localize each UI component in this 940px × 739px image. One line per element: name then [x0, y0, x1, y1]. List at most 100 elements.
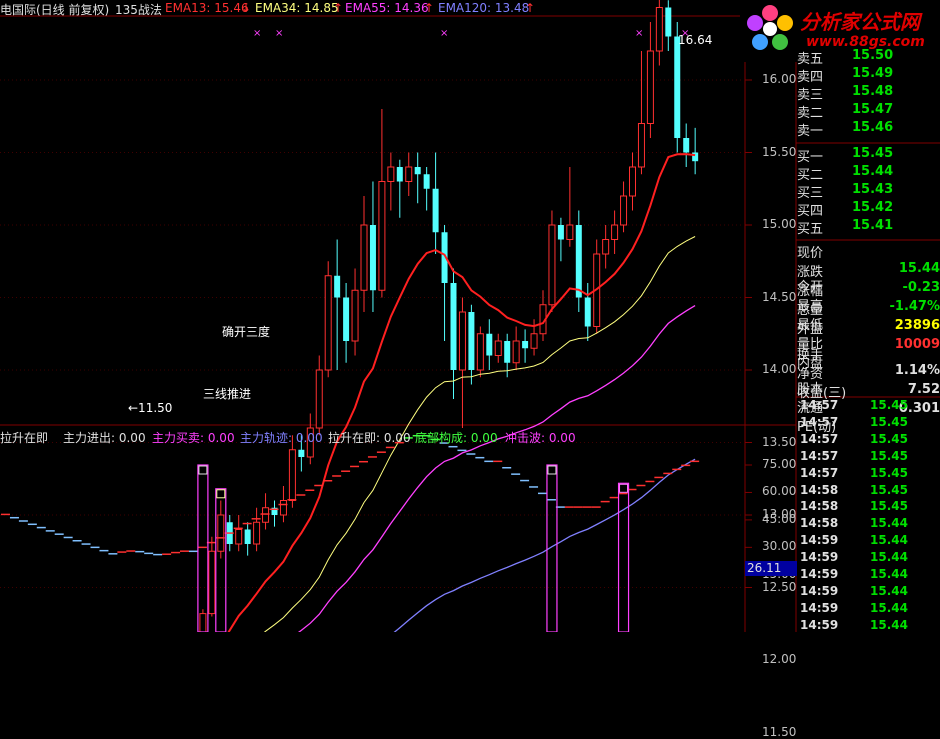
candle-body-up: [324, 275, 332, 371]
candle-body-up: [494, 340, 502, 356]
tick-price: 15.44: [870, 583, 908, 598]
indicator-f2: 主力买卖: 0.00: [152, 431, 235, 445]
indicator-f6: 冲击波: 0.00: [505, 431, 576, 445]
low-label: ←11.50: [128, 401, 173, 415]
tick-time: 14:58: [800, 482, 839, 497]
tick-time: 14:57: [800, 414, 839, 429]
quote-label: 净资: [797, 367, 824, 382]
candle-body-up: [548, 224, 556, 306]
quote-row: 涨幅 -1.47% 最低: [797, 280, 940, 333]
candle-body-up: [458, 311, 466, 371]
site-logo: 分析家公式网 www.88gs.com: [740, 0, 940, 62]
price-axis-label: 14.00: [762, 362, 797, 376]
candle-body-down: [414, 167, 421, 175]
candle-body-down: [584, 297, 591, 327]
quote-label: 总量: [797, 303, 824, 318]
ema13-arrow: ↓: [241, 1, 252, 15]
ema34-label: EMA34: 14.85: [255, 1, 339, 15]
candle-body-down: [334, 275, 341, 298]
candle-body-up: [378, 181, 386, 291]
quote-label: 现价: [797, 246, 824, 261]
candle-body-down: [343, 297, 350, 341]
tick-price: 15.44: [870, 617, 908, 632]
indicator-name: 拉升在即: [0, 431, 49, 445]
tick-time: 14:59: [800, 533, 839, 548]
ask-label: 卖四: [797, 70, 824, 85]
candle-body-down: [522, 341, 529, 349]
tick-price: 15.45: [870, 499, 908, 514]
tick-time: 14:58: [800, 499, 839, 514]
price-axis-label: 15.00: [762, 217, 797, 231]
candle-body-up: [217, 514, 225, 552]
signal-marker: ×: [635, 28, 643, 39]
candle-body-down: [423, 174, 430, 189]
bid-price: 15.42: [852, 200, 894, 215]
ema13-label: EMA13: 15.46: [165, 1, 249, 15]
bid-price: 15.41: [852, 218, 894, 233]
tick-time: 14:59: [800, 600, 839, 615]
ask-label: 卖五: [797, 52, 824, 67]
indicator-bar-cap: [547, 465, 557, 475]
indicator-axis-label: 75.00: [762, 457, 797, 471]
tick-time: 14:57: [800, 448, 839, 463]
bid-price: 15.45: [852, 146, 894, 161]
tick-row: 14:59 15.44: [800, 601, 940, 618]
indicator-axis-label: 45.00: [762, 511, 797, 526]
indicator-f4: 拉升在即: 0.00: [328, 431, 411, 445]
indicator-bar-cap: [216, 489, 226, 499]
tick-price: 15.44: [870, 600, 908, 615]
ask-price: 15.50: [852, 48, 894, 63]
annotation-mark2: 三线推进: [203, 387, 252, 401]
indicator-f1: 主力进出: 0.00: [63, 431, 146, 445]
candle-body-down: [244, 529, 251, 544]
tick-price: 15.45: [870, 431, 908, 446]
candle-body-up: [405, 166, 413, 182]
ema120-label: EMA120: 13.48: [438, 1, 530, 15]
candle-body-down: [674, 36, 681, 138]
price-axis-label: 14.50: [762, 289, 797, 304]
price-axis-label: 11.50: [762, 724, 797, 739]
candle-body-up: [655, 7, 663, 52]
candle-body-up: [279, 500, 287, 516]
candle-body-up: [611, 224, 619, 240]
quote-label: 换手: [797, 348, 824, 363]
tick-row: 14:57 15.45: [800, 398, 940, 415]
candle-body-up: [288, 449, 296, 501]
high-label: 16.64: [678, 33, 713, 47]
candle-body-down: [369, 225, 376, 291]
indicator-bar: [197, 464, 209, 632]
quote-row: 涨跌 -0.23 最高: [797, 261, 940, 314]
tick-row: 14:59 15.44: [800, 584, 940, 601]
bid-price: 15.43: [852, 182, 894, 197]
candle-body-down: [692, 152, 699, 162]
tick-time: 14:57: [800, 398, 839, 412]
tick-price: 15.45: [870, 398, 908, 412]
quote-row: 外盘 10009 内盘: [797, 318, 940, 371]
candle-body-up: [208, 550, 216, 615]
method-label: 135战法: [115, 3, 162, 17]
tick-row: 14:59 15.44: [800, 533, 940, 550]
candle-body-up: [253, 521, 261, 545]
tick-row: 14:59 15.44: [800, 618, 940, 635]
signal-marker: ×: [253, 28, 261, 39]
ema120-arrow: ↑: [525, 1, 536, 15]
candle-body-up: [620, 195, 628, 226]
ask-price: 15.49: [852, 66, 894, 81]
indicator-bar-cap: [619, 483, 629, 493]
price-axis-label: 12.50: [762, 579, 797, 594]
tick-row: 14:57 15.45: [800, 432, 940, 449]
tick-price: 15.44: [870, 567, 908, 581]
candle-body-up: [530, 333, 538, 349]
ema55-label: EMA55: 14.36: [345, 1, 429, 15]
tick-row: 14:58 15.44: [800, 516, 940, 533]
tick-row: 14:59 15.44: [800, 567, 940, 584]
tick-price: 15.44: [870, 550, 908, 565]
annotation-mark1: 确开三度: [222, 325, 271, 339]
tick-price: 15.45: [870, 465, 908, 480]
quote-row: 现价 15.44 今开: [797, 242, 940, 295]
candle-body-down: [683, 138, 690, 153]
candle-body-up: [351, 289, 359, 342]
indicator-bar-cap: [198, 465, 208, 475]
price-axis-label: 13.50: [762, 434, 797, 449]
quote-row: 换手 1.14% 股本: [797, 344, 940, 397]
